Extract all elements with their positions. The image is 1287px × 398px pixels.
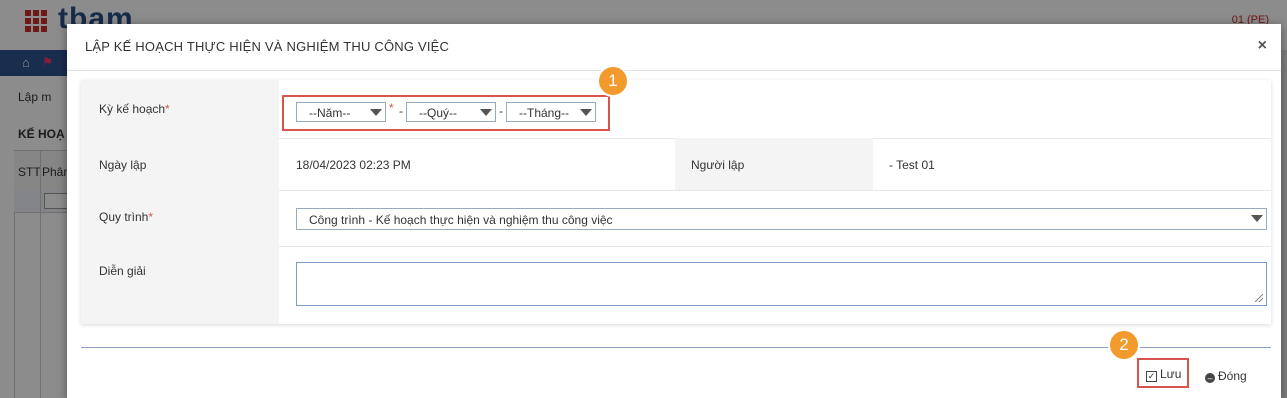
checkbox-icon: ✓ [1146, 371, 1157, 382]
plan-form: Kỳ kế hoạch* --Năm-- * - --Quý-- - --Thá… [81, 80, 1271, 324]
modal-header: LẬP KẾ HOẠCH THỰC HIỆN VÀ NGHIỆM THU CÔN… [67, 24, 1281, 71]
plan-modal: LẬP KẾ HOẠCH THỰC HIỆN VÀ NGHIỆM THU CÔN… [67, 24, 1281, 398]
modal-title: LẬP KẾ HOẠCH THỰC HIỆN VÀ NGHIỆM THU CÔN… [85, 39, 450, 54]
created-date-label-cell: Ngày lập [81, 138, 279, 190]
process-label-cell: Quy trình* [81, 190, 279, 246]
description-label-cell: Diễn giải [81, 246, 279, 324]
annotation-badge-2: 2 [1108, 329, 1140, 361]
close-button[interactable]: – Đóng [1205, 369, 1247, 383]
description-textarea[interactable] [296, 262, 1267, 306]
highlight-box-period [282, 95, 610, 131]
chevron-down-icon [1251, 215, 1263, 222]
resize-handle-icon[interactable] [1255, 294, 1263, 302]
creator-value: - Test 01 [889, 158, 935, 172]
period-row: Kỳ kế hoạch* --Năm-- * - --Quý-- - --Thá… [81, 80, 1271, 139]
process-label: Quy trình* [99, 210, 154, 224]
creator-label: Người lập [691, 158, 745, 172]
created-row: Ngày lập 18/04/2023 02:23 PM Người lập -… [81, 138, 1271, 191]
description-row: Diễn giải [81, 246, 1271, 324]
process-row: Quy trình* Công trình - Kế hoạch thực hi… [81, 190, 1271, 247]
save-button[interactable]: ✓ Lưu [1137, 358, 1189, 388]
description-label: Diễn giải [99, 264, 146, 278]
creator-label-cell: Người lập [675, 138, 873, 190]
annotation-badge-1: 1 [597, 65, 629, 97]
period-label-cell: Kỳ kế hoạch* [81, 80, 279, 138]
minus-circle-icon: – [1205, 373, 1215, 383]
footer-divider [81, 347, 1271, 348]
period-label: Kỳ kế hoạch* [99, 102, 170, 116]
created-date-value: 18/04/2023 02:23 PM [296, 158, 411, 172]
created-date-label: Ngày lập [99, 158, 147, 172]
close-icon[interactable]: × [1258, 37, 1267, 55]
process-select[interactable]: Công trình - Kế hoạch thực hiện và nghiệ… [296, 208, 1267, 230]
